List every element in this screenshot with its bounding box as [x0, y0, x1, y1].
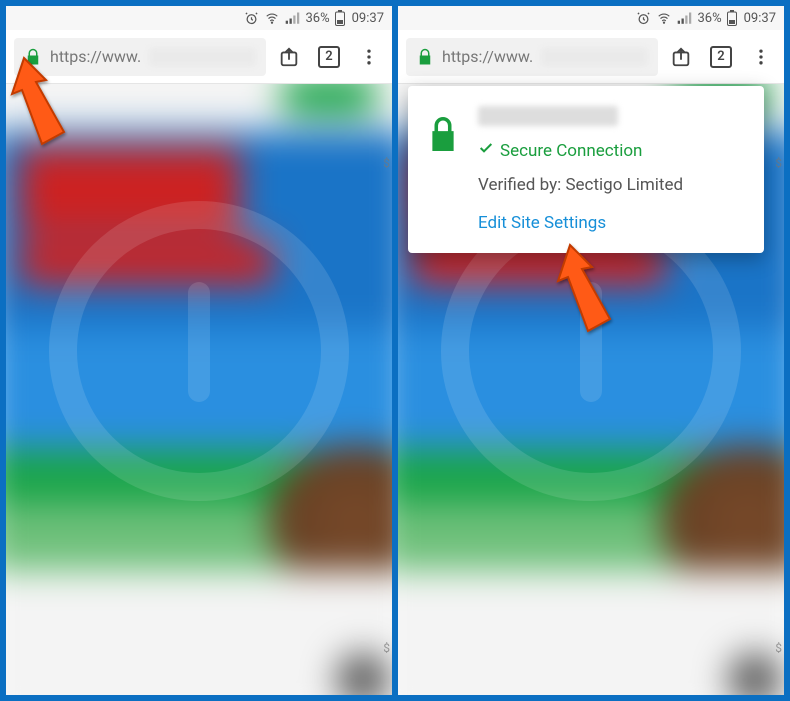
edit-site-settings-link[interactable]: Edit Site Settings: [478, 213, 746, 233]
url-redacted: [541, 48, 648, 66]
share-button[interactable]: [272, 40, 306, 74]
tab-switcher-button[interactable]: 2: [704, 40, 738, 74]
omnibox[interactable]: https://www.: [14, 38, 266, 76]
tab-count-label: 2: [717, 49, 724, 64]
signal-icon: [677, 12, 692, 25]
alarm-icon: [636, 11, 651, 26]
phone-left: 36% 09:37 https://www. 2: [6, 6, 392, 695]
battery-percentage: 36%: [305, 11, 329, 26]
secure-connection-label: Secure Connection: [478, 140, 746, 161]
browser-toolbar: https://www. 2: [398, 30, 784, 84]
page-content-blurred: [6, 53, 392, 695]
url-redacted: [149, 48, 256, 66]
url-text: https://www.: [442, 47, 533, 66]
marker-dollar: $: [383, 641, 390, 655]
alarm-icon: [244, 11, 259, 26]
clock-time: 09:37: [744, 11, 776, 26]
tab-count-label: 2: [325, 49, 332, 64]
battery-percentage: 36%: [697, 11, 721, 26]
browser-toolbar: https://www. 2: [6, 30, 392, 84]
wifi-icon: [656, 11, 672, 25]
url-text: https://www.: [50, 47, 141, 66]
clock-time: 09:37: [352, 11, 384, 26]
omnibox[interactable]: https://www.: [406, 38, 658, 76]
marker-dollar: $: [775, 641, 782, 655]
verified-by-label: Verified by: Sectigo Limited: [478, 175, 746, 195]
marker-dollar: $: [775, 156, 782, 170]
side-by-side-container: 36% 09:37 https://www. 2: [0, 0, 790, 701]
site-info-popup: Secure Connection Verified by: Sectigo L…: [408, 86, 764, 253]
share-button[interactable]: [664, 40, 698, 74]
tab-switcher-button[interactable]: 2: [312, 40, 346, 74]
marker-dollar: $: [383, 156, 390, 170]
wifi-icon: [264, 11, 280, 25]
battery-icon: [335, 10, 345, 26]
status-bar: 36% 09:37: [6, 6, 392, 30]
lock-icon[interactable]: [416, 47, 434, 67]
menu-button[interactable]: [744, 40, 778, 74]
site-name-redacted: [478, 106, 618, 126]
lock-icon[interactable]: [24, 47, 42, 67]
lock-icon: [426, 114, 460, 158]
menu-button[interactable]: [352, 40, 386, 74]
signal-icon: [285, 12, 300, 25]
check-icon: [478, 140, 494, 161]
phone-right: 36% 09:37 https://www. 2: [398, 6, 784, 695]
status-bar: 36% 09:37: [398, 6, 784, 30]
battery-icon: [727, 10, 737, 26]
